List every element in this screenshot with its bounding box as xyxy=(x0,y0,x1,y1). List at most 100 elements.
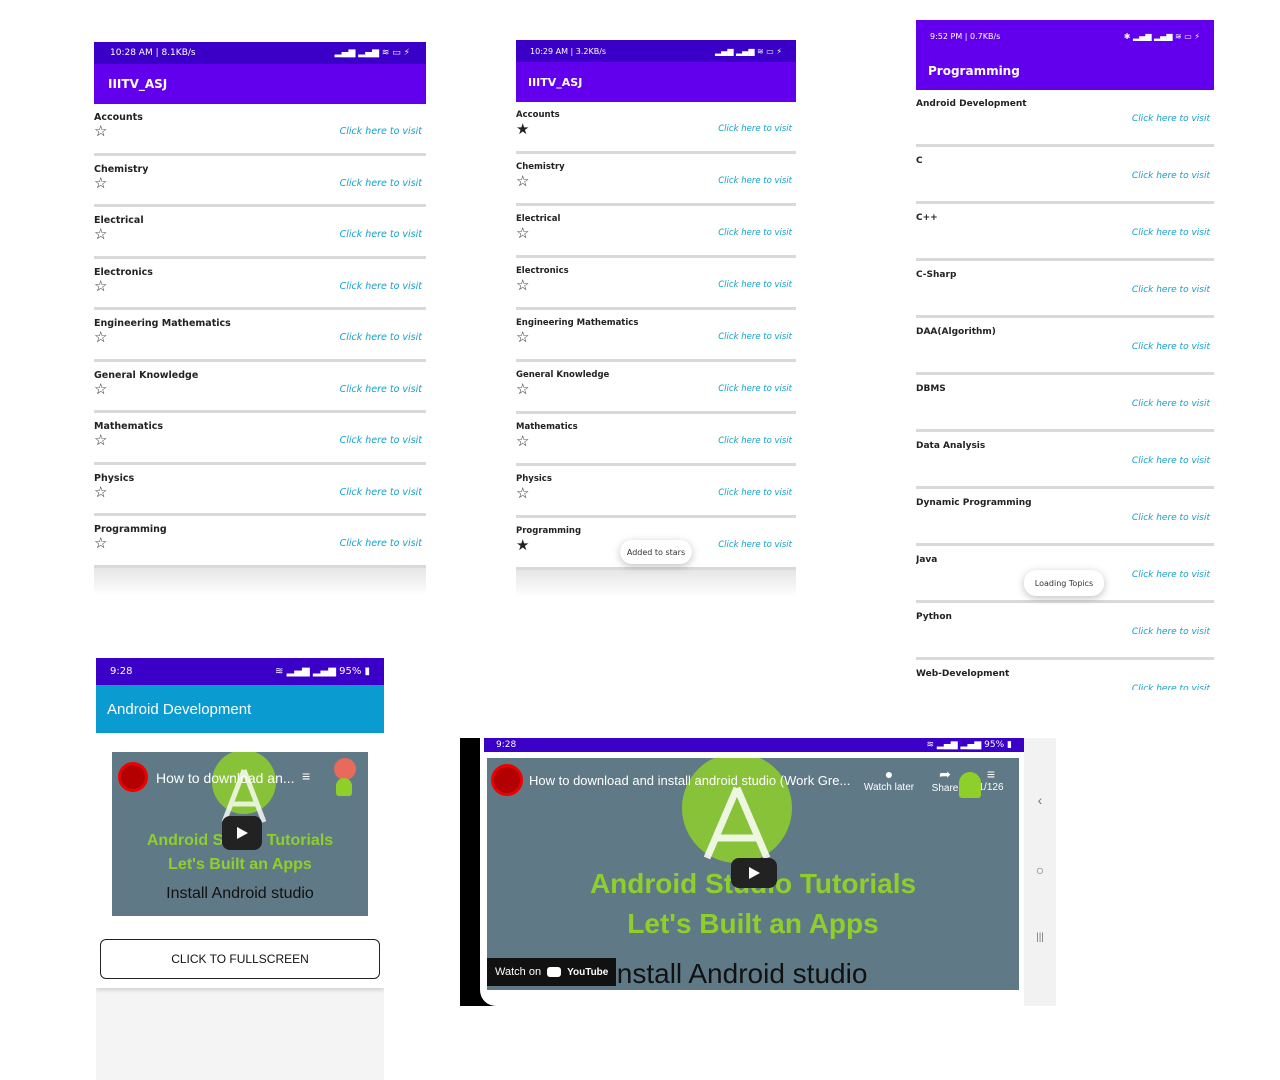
video-title[interactable]: How to download and install android stud… xyxy=(529,773,850,788)
star-icon[interactable]: ☆ xyxy=(94,330,107,345)
star-icon[interactable]: ☆ xyxy=(516,330,529,345)
visit-link[interactable]: Click here to visit xyxy=(340,178,422,189)
star-icon[interactable]: ☆ xyxy=(94,279,107,294)
status-time: 10:29 AM | 3.2KB/s xyxy=(530,46,607,56)
visit-link[interactable]: Click here to visit xyxy=(718,540,792,550)
status-time: 9:28 xyxy=(496,740,517,750)
screen-programming-topics: 9:52 PM | 0.7KB/s ✱ ▂▄▆ ▂▄▆ ≋ ▭ ⚡ Progra… xyxy=(916,20,1214,690)
nav-recent-button[interactable]: ||| xyxy=(1024,932,1056,943)
visit-link[interactable]: Click here to visit xyxy=(718,436,792,446)
subject-name: Chemistry xyxy=(94,163,149,175)
star-icon[interactable]: ☆ xyxy=(516,174,529,189)
visit-link[interactable]: Click here to visit xyxy=(1132,684,1210,690)
visit-link[interactable]: Click here to visit xyxy=(1132,399,1210,409)
star-icon[interactable]: ☆ xyxy=(94,485,107,500)
visit-link[interactable]: Click here to visit xyxy=(340,332,422,343)
share-icon: ➦ xyxy=(939,766,951,782)
subject-name: Electrical xyxy=(516,214,561,224)
status-bar: 9:28 ≋ ▂▄▆ ▂▄▆ 95% ▮ xyxy=(96,658,384,685)
subject-name: Mathematics xyxy=(516,422,578,432)
star-icon[interactable]: ☆ xyxy=(94,536,107,551)
subject-name: Electronics xyxy=(94,266,153,278)
playlist-icon[interactable]: ≡ xyxy=(302,768,310,784)
visit-link[interactable]: Click here to visit xyxy=(1132,285,1210,295)
topic-name: C xyxy=(916,156,923,166)
video-player-fullscreen[interactable]: How to download and install android stud… xyxy=(487,758,1019,990)
subject-name: Programming xyxy=(94,524,167,535)
star-icon[interactable]: ☆ xyxy=(516,486,529,501)
subject-name: Programming xyxy=(516,526,582,536)
subject-row: General Knowledge ☆ Click here to visit xyxy=(516,362,796,414)
watch-later-button[interactable]: ● Watch later xyxy=(861,766,917,793)
youtube-logo-icon xyxy=(547,967,562,977)
star-icon[interactable]: ☆ xyxy=(94,433,107,448)
subject-row: Chemistry ☆ Click here to visit xyxy=(94,156,426,207)
video-line-2: Let's Built an Apps xyxy=(168,856,312,873)
visit-link[interactable]: Click here to visit xyxy=(718,332,792,342)
visit-link[interactable]: Click here to visit xyxy=(718,124,792,134)
subject-row: Electrical ☆ Click here to visit xyxy=(516,206,796,258)
app-title: Android Development xyxy=(107,700,252,718)
visit-link[interactable]: Click here to visit xyxy=(1132,171,1210,181)
visit-link[interactable]: Click here to visit xyxy=(718,488,792,498)
star-icon[interactable]: ★ xyxy=(516,538,529,553)
play-button[interactable] xyxy=(731,858,777,888)
share-label: Share xyxy=(931,783,959,794)
visit-link[interactable]: Click here to visit xyxy=(340,229,422,240)
visit-link[interactable]: Click here to visit xyxy=(340,384,422,395)
star-icon[interactable]: ☆ xyxy=(94,176,107,191)
video-line-3: Install Android studio xyxy=(166,885,314,902)
star-icon[interactable]: ☆ xyxy=(516,434,529,449)
video-title[interactable]: How to download an... xyxy=(156,770,295,786)
visit-link[interactable]: Click here to visit xyxy=(340,538,422,549)
topic-row: C-Sharp Click here to visit xyxy=(916,261,1214,318)
subject-row: Programming ☆ Click here to visit xyxy=(94,516,426,568)
list-bottom-shadow xyxy=(94,568,426,596)
star-icon[interactable]: ☆ xyxy=(94,227,107,242)
app-bar: Programming xyxy=(916,52,1214,90)
status-icons: ✱ ▂▄▆ ▂▄▆ ≋ ▭ ⚡ xyxy=(1123,31,1200,41)
star-icon[interactable]: ☆ xyxy=(94,382,107,397)
visit-link[interactable]: Click here to visit xyxy=(718,176,792,186)
youtube-label: YouTube xyxy=(567,966,609,978)
share-button[interactable]: ➦ Share xyxy=(927,766,963,794)
visit-link[interactable]: Click here to visit xyxy=(340,487,422,498)
toast-loading-topics: Loading Topics xyxy=(1024,570,1104,596)
star-icon[interactable]: ☆ xyxy=(516,226,529,241)
play-button[interactable] xyxy=(222,816,262,850)
screen-android-development: 9:28 ≋ ▂▄▆ ▂▄▆ 95% ▮ Android Development… xyxy=(96,658,384,1080)
star-icon[interactable]: ☆ xyxy=(516,382,529,397)
visit-link[interactable]: Click here to visit xyxy=(1132,570,1210,580)
visit-link[interactable]: Click here to visit xyxy=(340,126,422,137)
channel-avatar[interactable] xyxy=(118,762,148,792)
visit-link[interactable]: Click here to visit xyxy=(1132,456,1210,466)
star-icon[interactable]: ☆ xyxy=(94,124,107,139)
android-robot-icon xyxy=(959,772,981,798)
visit-link[interactable]: Click here to visit xyxy=(718,384,792,394)
subject-name: Mathematics xyxy=(94,421,164,432)
visit-link[interactable]: Click here to visit xyxy=(1132,228,1210,238)
channel-avatar[interactable] xyxy=(491,764,523,796)
nav-back-button[interactable]: ‹ xyxy=(1024,792,1056,808)
visit-link[interactable]: Click here to visit xyxy=(1132,342,1210,352)
topic-name: DAA(Algorithm) xyxy=(916,327,996,337)
visit-link[interactable]: Click here to visit xyxy=(1132,114,1210,124)
visit-link[interactable]: Click here to visit xyxy=(1132,513,1210,523)
visit-link[interactable]: Click here to visit xyxy=(340,435,422,446)
visit-link[interactable]: Click here to visit xyxy=(1132,627,1210,637)
subject-name: Engineering Mathematics xyxy=(94,318,231,329)
star-icon[interactable]: ☆ xyxy=(516,278,529,293)
video-player[interactable]: How to download an... ≡ Android Studio T… xyxy=(112,752,368,916)
visit-link[interactable]: Click here to visit xyxy=(340,281,422,292)
subject-row: General Knowledge ☆ Click here to visit xyxy=(94,362,426,413)
visit-link[interactable]: Click here to visit xyxy=(718,228,792,238)
star-icon[interactable]: ★ xyxy=(516,122,529,137)
fullscreen-button-label: CLICK TO FULLSCREEN xyxy=(171,952,309,966)
status-icons: ▂▄▆ ▂▄▆ ≋ ▭ ⚡ xyxy=(715,46,782,56)
watch-on-youtube[interactable]: Watch on YouTube xyxy=(487,958,617,986)
visit-link[interactable]: Click here to visit xyxy=(718,280,792,290)
watch-later-label: Watch later xyxy=(863,782,915,793)
nav-home-button[interactable]: ○ xyxy=(1024,862,1056,878)
fullscreen-button[interactable]: CLICK TO FULLSCREEN xyxy=(100,939,380,979)
screen-subjects-1: 10:28 AM | 8.1KB/s ▂▄▆ ▂▄▆ ≋ ▭ ⚡ IIITV_A… xyxy=(94,42,426,602)
